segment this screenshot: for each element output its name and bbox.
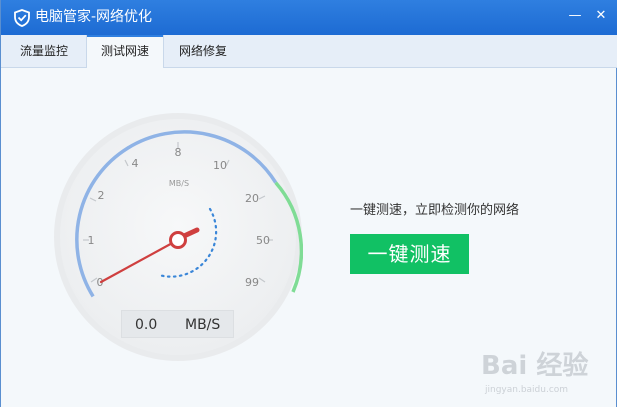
tick-label-0: 0 xyxy=(97,276,104,289)
watermark-url: jingyan.baidu.com xyxy=(484,385,568,395)
tick-label-20: 20 xyxy=(245,192,259,205)
tick-label-1: 1 xyxy=(88,234,95,247)
tab-bar: 流量监控 测试网速 网络修复 xyxy=(1,35,617,68)
baidu-jingyan-watermark: Bai 经验 jingyan.baidu.com xyxy=(481,350,588,395)
current-speed-value: 0.0 xyxy=(135,317,158,333)
network-optimizer-window: 电脑管家-网络优化 — ✕ 流量监控 测试网速 网络修复 0 1 2 4 8 1… xyxy=(0,0,617,407)
shield-logo-icon xyxy=(14,9,30,27)
tab-traffic-monitor[interactable]: 流量监控 xyxy=(1,35,87,67)
gauge-needle-hub xyxy=(169,231,187,249)
window-title: 电脑管家-网络优化 xyxy=(35,9,153,25)
watermark-text: Bai 经验 xyxy=(481,350,588,381)
close-button[interactable]: ✕ xyxy=(593,8,609,24)
tick-label-8: 8 xyxy=(175,146,182,159)
tick-label-10: 10 xyxy=(213,159,227,172)
tab-speed-test[interactable]: 测试网速 xyxy=(86,35,164,68)
tick-label-50: 50 xyxy=(256,234,270,247)
minimize-button[interactable]: — xyxy=(567,8,583,24)
title-bar[interactable]: 电脑管家-网络优化 — ✕ xyxy=(1,0,617,35)
start-speed-test-button[interactable]: 一键测速 xyxy=(350,234,469,274)
current-speed-unit: MB/S xyxy=(185,317,221,333)
tab-network-repair[interactable]: 网络修复 xyxy=(166,35,240,67)
tick-label-99: 99 xyxy=(245,276,259,289)
tick-label-4: 4 xyxy=(132,157,139,170)
current-speed-display: 0.0 MB/S xyxy=(121,310,234,338)
tick-label-2: 2 xyxy=(98,189,105,202)
speedtest-hint: 一键测速，立即检测你的网络 xyxy=(350,203,520,218)
gauge-unit-label: MB/S xyxy=(169,179,189,188)
